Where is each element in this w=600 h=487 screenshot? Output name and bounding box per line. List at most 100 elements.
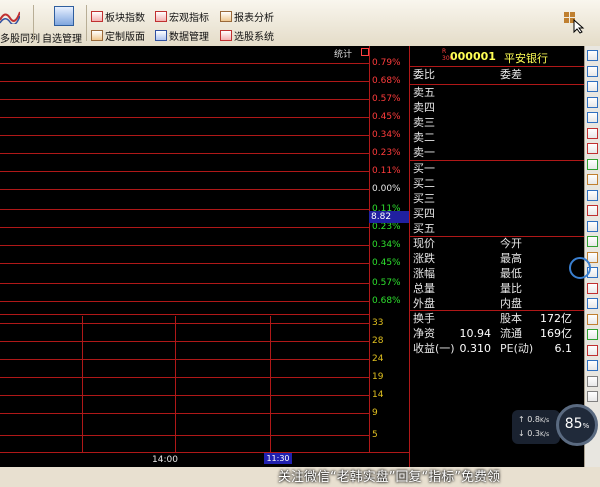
favorites-button[interactable]: 自选管理	[42, 30, 82, 45]
fundamental-row[interactable]: 净资 10.94 流通 169亿	[410, 326, 585, 341]
target-icon[interactable]	[587, 236, 598, 247]
kline-icon[interactable]	[587, 143, 598, 154]
multi-stock-button[interactable]: 多股同列	[0, 30, 40, 45]
help-icon[interactable]	[587, 391, 598, 402]
order-ratio-label: 委比	[413, 68, 435, 81]
expand-icon[interactable]	[587, 112, 598, 123]
settings-icon[interactable]	[587, 375, 598, 387]
candle-icon[interactable]	[587, 158, 598, 170]
pointer-grid-icon[interactable]	[562, 10, 586, 34]
buy-level-label: 买一	[413, 162, 435, 175]
stat-right-label: 最低	[500, 267, 522, 280]
volume-icon[interactable]	[587, 313, 598, 325]
volume-grid-v2	[175, 316, 176, 452]
intraday-chart[interactable]: 统计 0.79% 0.68% 0.57% 0.45% 0.34% 0.23% 0.11% 0.…	[0, 46, 409, 452]
fund-icon[interactable]	[587, 174, 598, 185]
time-label: 14:00	[152, 455, 178, 465]
quote-stat-row[interactable]: 总量 量比	[410, 281, 585, 296]
grid-icon[interactable]	[587, 298, 598, 309]
quote-panel: R 300 000001 平安银行 委比 委差 卖五 卖四 卖三 卖二 卖一 买一 买二 买三…	[409, 46, 585, 467]
quote-stat-row[interactable]: 现价 今开	[410, 236, 585, 251]
memory-gauge[interactable]: 85%	[556, 404, 598, 446]
fundamental-label: 换手	[413, 312, 435, 325]
macro-index-button[interactable]: 宏观指标	[155, 9, 209, 24]
quote-stat-row[interactable]: 外盘 内盘	[410, 296, 585, 311]
price-scale-label: 0.23%	[372, 222, 401, 232]
fundamental-value: 10.94	[459, 327, 492, 340]
fundamental-row[interactable]: 换手 股本 172亿	[410, 311, 585, 326]
arrow-up-icon[interactable]	[587, 96, 598, 108]
pen-icon[interactable]	[587, 344, 598, 356]
macro-index-icon	[155, 11, 167, 22]
report-analysis-icon	[220, 11, 232, 22]
sector-index-button[interactable]: 板块指数	[91, 9, 145, 24]
quote-header: R 300 000001 平安银行	[410, 46, 585, 66]
volume-scale-label: 33	[372, 318, 384, 328]
price-scale-label: 0.00%	[372, 184, 401, 194]
data-mgmt-icon	[155, 30, 167, 41]
sell-level-row[interactable]: 卖三	[410, 115, 585, 130]
price-scale-label: 0.34%	[372, 130, 401, 140]
fundamental-label: 收益(一)	[413, 342, 455, 355]
report-analysis-button[interactable]: 报表分析	[220, 9, 274, 24]
sell-level-row[interactable]: 卖五	[410, 85, 585, 100]
price-scale-label: 0.34%	[372, 240, 401, 250]
custom-layout-label: 定制版面	[105, 32, 145, 43]
stock-name[interactable]: 平安银行	[504, 50, 548, 66]
custom-layout-button[interactable]: 定制版面	[91, 28, 145, 43]
price-gridline	[0, 283, 369, 284]
arrow-down-icon[interactable]	[587, 81, 598, 92]
price-gridline	[0, 245, 369, 246]
buy-level-row[interactable]: 买五	[410, 221, 585, 236]
buy-level-row[interactable]: 买三	[410, 191, 585, 206]
buy-level-row[interactable]: 买二	[410, 176, 585, 191]
network-speed-widget: ↑ 0.8K/s ↓ 0.3K/s	[512, 410, 560, 444]
stat-label[interactable]: 统计	[334, 47, 352, 60]
stock-code[interactable]: 000001	[450, 50, 496, 63]
price-gridline	[0, 227, 369, 228]
price-gridline	[0, 135, 369, 136]
volume-gridline	[0, 413, 369, 414]
stat-toggle-icon[interactable]	[361, 48, 369, 56]
fundamental-value-2: 172亿	[540, 312, 572, 325]
fundamental-label-2: PE(动)	[500, 342, 534, 355]
custom-layout-icon	[91, 30, 103, 41]
price-gridline	[0, 171, 369, 172]
sell-level-label: 卖三	[413, 116, 435, 129]
quote-stat-row[interactable]: 涨跌 最高	[410, 251, 585, 266]
price-scale-label: 0.57%	[372, 278, 401, 288]
buy-level-row[interactable]: 买一	[410, 161, 585, 176]
volume-scale-label: 14	[372, 390, 384, 400]
price-gridline	[0, 117, 369, 118]
buy-level-row[interactable]: 买四	[410, 206, 585, 221]
fundamental-row[interactable]: 收益(一) 0.310 PE(动) 6.1	[410, 341, 585, 356]
volume-scale-label: 24	[372, 354, 384, 364]
price-scale-label: 0.68%	[372, 76, 401, 86]
top-toolbar: 多股同列 自选管理 板块指数 定制版面 宏观指标 数据管理 报表分析 选股系统	[0, 0, 600, 47]
level2-icon[interactable]	[587, 220, 598, 232]
sell-level-row[interactable]: 卖二	[410, 130, 585, 145]
stat-left-label: 涨跌	[413, 252, 435, 265]
stock-picker-button[interactable]: 选股系统	[220, 28, 274, 43]
news-icon[interactable]	[587, 205, 598, 216]
data-mgmt-button[interactable]: 数据管理	[155, 28, 209, 43]
favorites-icon	[54, 6, 74, 26]
volume-gridline	[0, 377, 369, 378]
sell-level-label: 卖五	[413, 86, 435, 99]
gauge-value: 85	[564, 416, 583, 432]
price-gridline	[0, 209, 369, 210]
report-icon[interactable]	[587, 189, 598, 201]
line-chart-icon[interactable]	[587, 127, 598, 139]
sell-level-row[interactable]: 卖四	[410, 100, 585, 115]
quote-stat-row[interactable]: 涨幅 最低	[410, 266, 585, 281]
arrow-right-icon[interactable]	[587, 65, 598, 77]
fundamental-label: 净资	[413, 327, 435, 340]
arrow-left-icon[interactable]	[587, 50, 598, 61]
scale-icon[interactable]	[587, 360, 598, 371]
analysis-icon[interactable]	[587, 329, 598, 340]
sell-level-row[interactable]: 卖一	[410, 145, 585, 160]
report-analysis-label: 报表分析	[234, 13, 274, 24]
indicator-icon[interactable]	[587, 282, 598, 294]
wave-icon	[0, 8, 20, 24]
sell-level-label: 卖四	[413, 101, 435, 114]
